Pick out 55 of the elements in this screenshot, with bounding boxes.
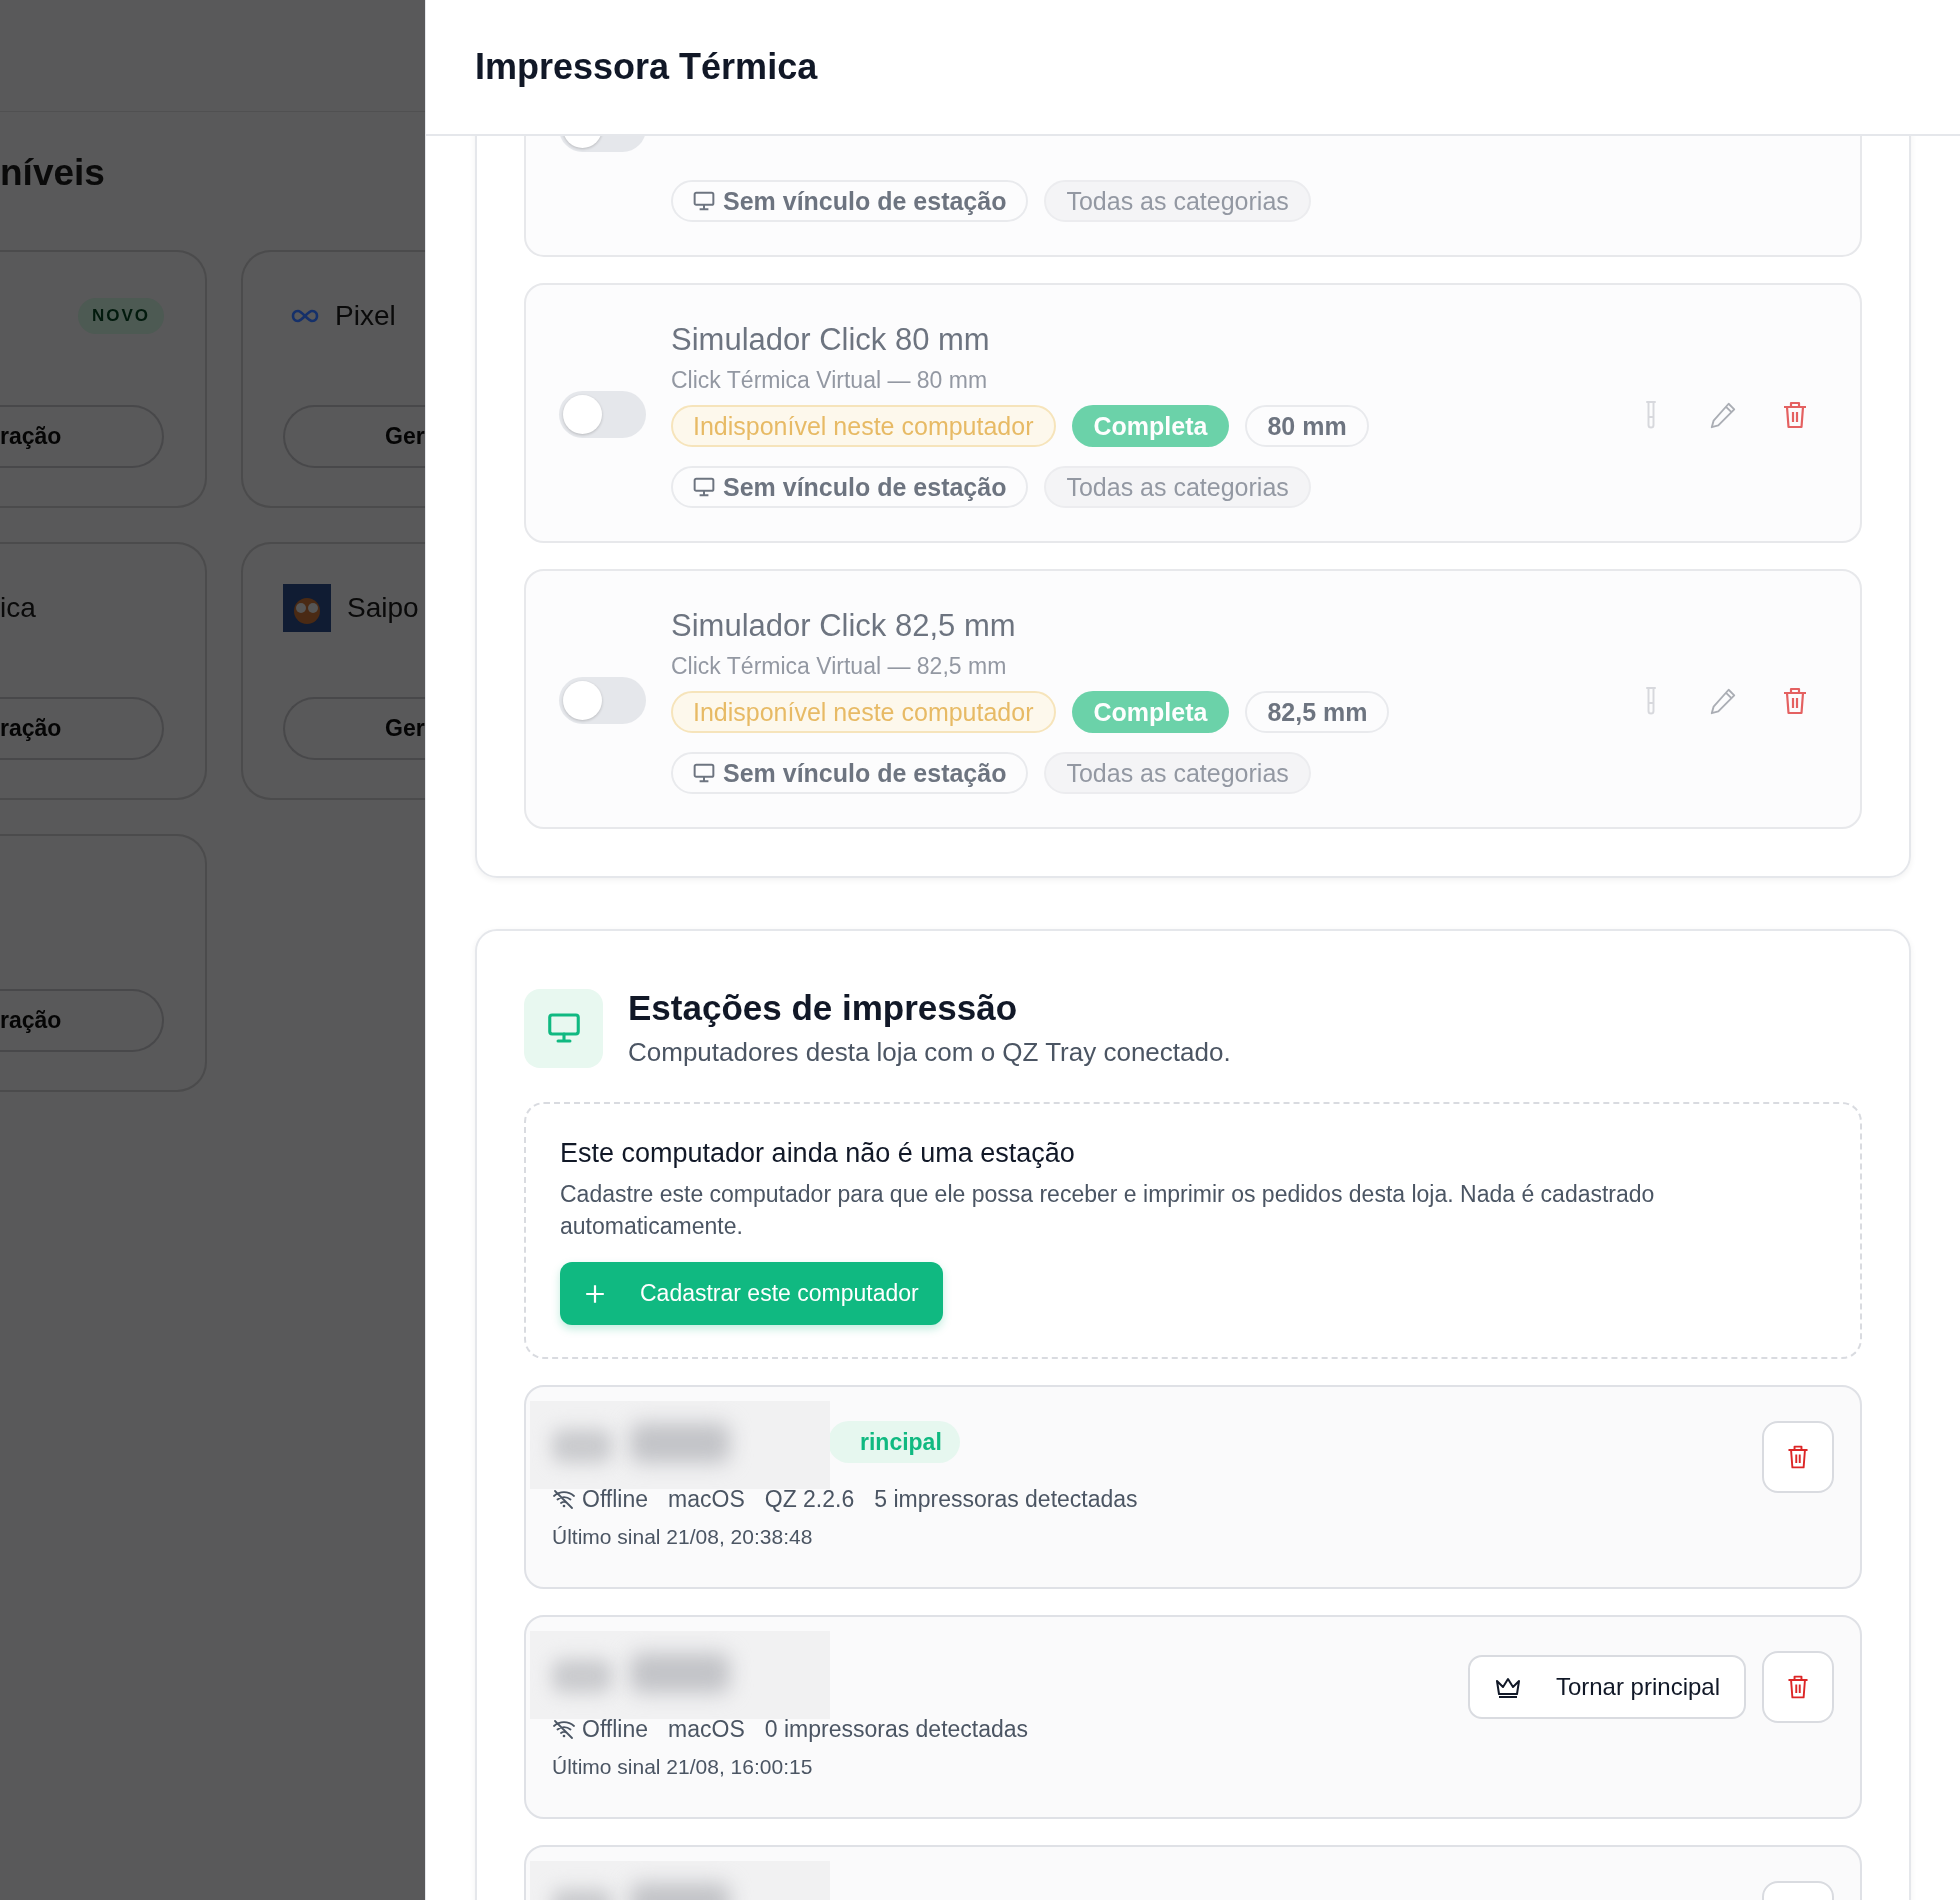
notice-text: Cadastre este computador para que ele possa receber e imprimir os pedidos desta loja. Nada é cadastrado automaticamente. — [560, 1180, 1656, 1241]
printer-model: Click Térmica Virtual — 80 mm — [671, 366, 989, 395]
section-title: Estações de impressão — [628, 987, 1019, 1029]
status-tag: Indisponível neste computador — [671, 691, 1056, 733]
main-badge: rincipal — [828, 1421, 960, 1463]
status-text: Offline — [582, 1715, 649, 1744]
configure-button[interactable]: ração — [0, 697, 164, 760]
section-subtitle: Computadores desta loja com o QZ Tray conectado. — [628, 1036, 1231, 1069]
printer-name: Simulador Click 80 mm — [671, 321, 991, 359]
toggle-switch[interactable] — [559, 677, 646, 724]
station-tag: Sem vínculo de estação — [671, 752, 1029, 794]
status-tag: Indisponível neste computador — [671, 405, 1056, 447]
status-tag: Completa — [1071, 691, 1230, 733]
status-tag: 82,5 mm — [1245, 691, 1390, 733]
configure-button[interactable]: ração — [0, 989, 164, 1052]
integration-name: Saipo — [347, 592, 419, 624]
integration-name: Pixel — [335, 300, 396, 332]
status-tag: Completa — [1071, 405, 1230, 447]
last-seen: Último sinal 21/08, 20:38:48 — [552, 1524, 814, 1550]
status-tag: 80 mm — [1245, 405, 1369, 447]
register-computer-button[interactable]: Cadastrar este computador — [560, 1262, 943, 1325]
printer-model: Click Térmica Virtual — 82,5 mm — [671, 652, 1008, 681]
new-badge: NOVO — [77, 298, 164, 334]
station-detail: macOS — [668, 1485, 745, 1514]
monitor-icon — [693, 191, 715, 211]
toggle-switch[interactable] — [559, 391, 646, 438]
last-seen: Último sinal 21/08, 16:00:15 — [552, 1754, 814, 1780]
delete-icon — [1785, 1673, 1811, 1701]
app-logo-icon — [283, 584, 331, 632]
page-heading: níveis — [0, 151, 106, 195]
category-tag: Todas as categorias — [1044, 752, 1311, 794]
station-detail: 5 impressoras detectadas — [874, 1485, 1138, 1514]
station-tag: Sem vínculo de estação — [671, 180, 1029, 222]
monitor-icon — [693, 763, 715, 783]
plus-icon — [584, 1282, 606, 1305]
station-detail: macOS — [668, 1715, 745, 1744]
station-tag: Sem vínculo de estação — [671, 466, 1029, 508]
configure-button[interactable]: ração — [0, 405, 164, 468]
delete-icon — [1785, 1443, 1811, 1471]
category-tag: Todas as categorias — [1044, 466, 1311, 508]
make-main-button[interactable]: Tornar principal — [1467, 1655, 1746, 1719]
station-detail: 0 impressoras detectadas — [764, 1715, 1029, 1744]
integration-name: ica — [0, 592, 36, 624]
station-detail: QZ 2.2.6 — [764, 1485, 855, 1514]
drawer-title: Impressora Térmica — [475, 46, 818, 88]
crown-icon — [1493, 1675, 1522, 1699]
printer-name: Simulador Click 82,5 mm — [671, 607, 1017, 645]
delete-button[interactable] — [1762, 1651, 1834, 1723]
delete-button[interactable] — [1762, 1421, 1834, 1493]
status-text: Offline — [582, 1485, 649, 1514]
infinity-icon — [291, 309, 319, 323]
monitor-icon — [524, 988, 603, 1068]
category-tag: Todas as categorias — [1044, 180, 1311, 222]
notice-title: Este computador ainda não é uma estação — [560, 1137, 1076, 1170]
monitor-icon — [693, 477, 715, 497]
